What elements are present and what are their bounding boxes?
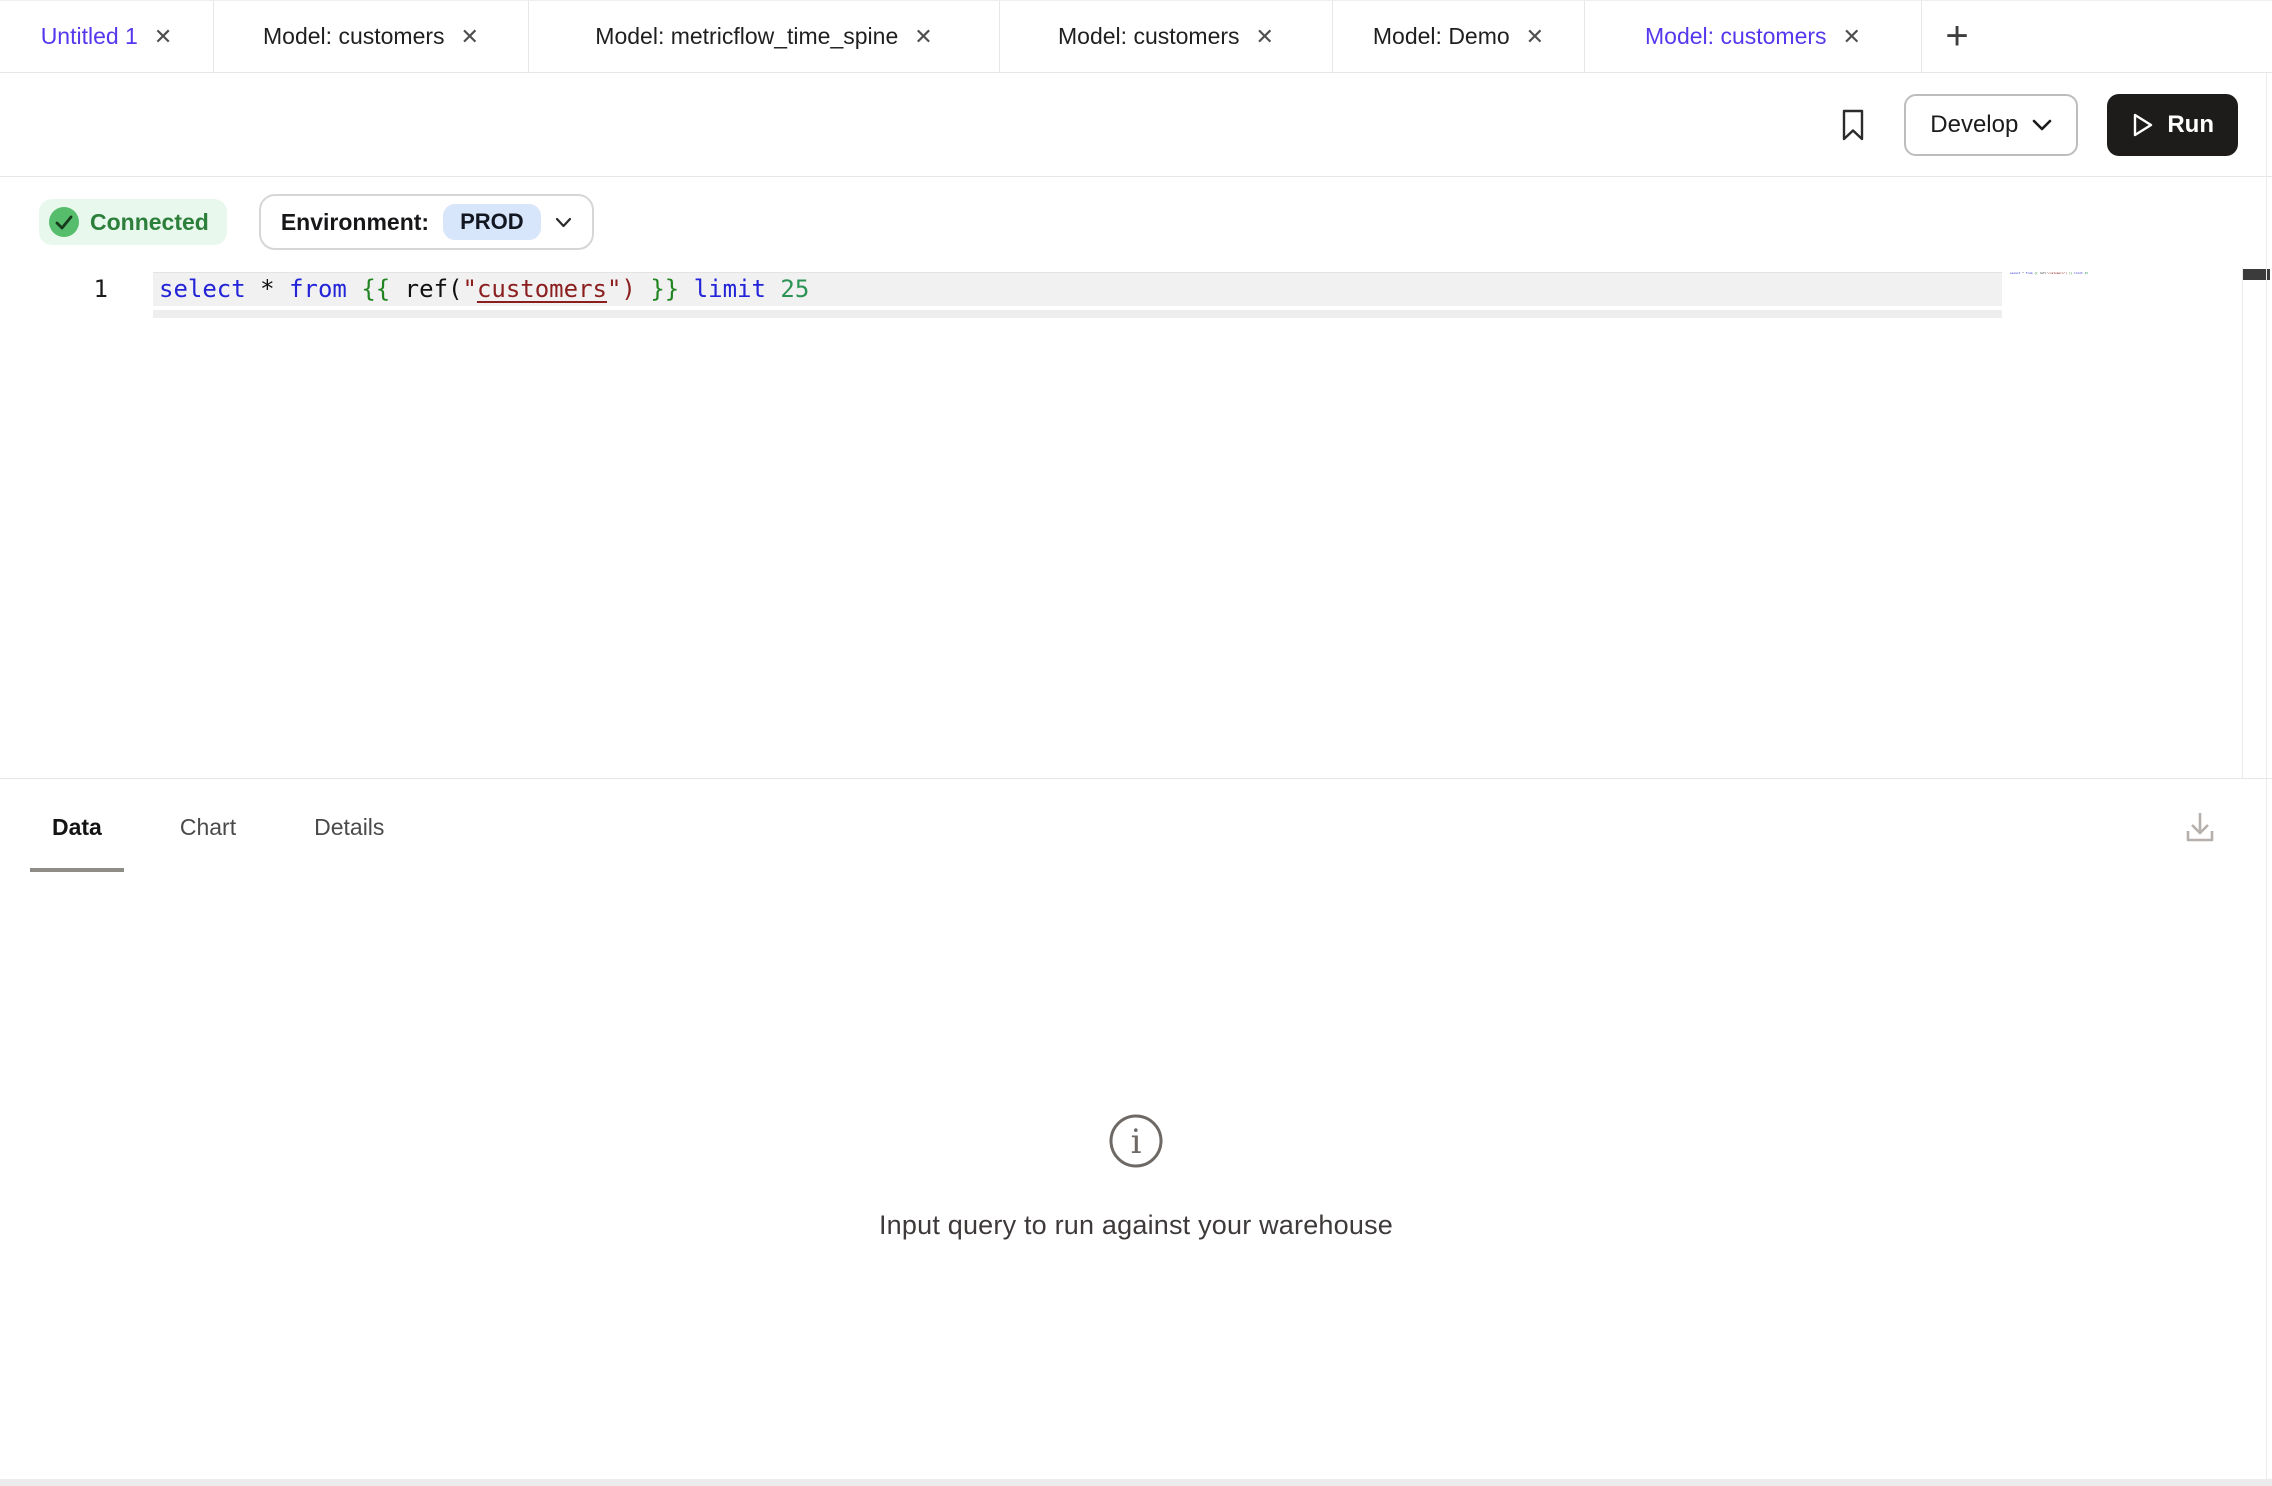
code-token: }} xyxy=(650,275,679,303)
editor-tab-model-customers-2[interactable]: Model: customers ✕ xyxy=(1000,1,1333,72)
develop-button[interactable]: Develop xyxy=(1904,94,2078,156)
chevron-down-icon xyxy=(555,217,572,228)
tab-chart-label: Chart xyxy=(180,814,236,841)
environment-value-badge: PROD xyxy=(443,204,541,240)
empty-state-message: Input query to run against your warehous… xyxy=(879,1210,1393,1241)
run-button-label: Run xyxy=(2167,111,2214,139)
close-icon[interactable]: ✕ xyxy=(1843,26,1861,48)
minimap-code-line: select * from {{ ref("customers") }} lim… xyxy=(2010,271,2250,275)
tab-label: Model: customers xyxy=(263,23,445,50)
environment-label: Environment: xyxy=(281,209,429,236)
download-icon xyxy=(2181,808,2219,846)
info-icon: i xyxy=(1107,1112,1165,1170)
tab-data-label: Data xyxy=(52,814,102,841)
tab-details-label: Details xyxy=(314,814,384,841)
environment-selector[interactable]: Environment: PROD xyxy=(259,194,594,250)
code-token: 25 xyxy=(780,275,809,303)
tab-label: Model: customers xyxy=(1058,23,1240,50)
results-panel-tabs: Data Chart Details xyxy=(0,778,2272,875)
develop-button-label: Develop xyxy=(1930,111,2018,139)
close-icon[interactable]: ✕ xyxy=(154,26,172,48)
close-icon[interactable]: ✕ xyxy=(1526,26,1544,48)
code-token: limit xyxy=(694,275,766,303)
code-token: {{ xyxy=(361,275,390,303)
sql-code-editor[interactable]: 1 select * from {{ ref("customers") }} l… xyxy=(0,267,2272,778)
run-button[interactable]: Run xyxy=(2107,94,2238,156)
toolbar: Develop Run xyxy=(0,74,2272,177)
connection-status-badge: Connected xyxy=(39,199,227,245)
tab-label: Model: metricflow_time_spine xyxy=(595,23,898,50)
editor-tab-model-demo[interactable]: Model: Demo ✕ xyxy=(1333,1,1585,72)
play-icon xyxy=(2131,112,2155,138)
chevron-down-icon xyxy=(2032,119,2052,131)
code-line: select * from {{ ref("customers") }} lim… xyxy=(159,272,809,306)
download-results-button[interactable] xyxy=(2180,807,2220,847)
window-bottom-strip xyxy=(0,1479,2272,1486)
tab-label: Model: customers xyxy=(1645,23,1827,50)
plus-icon: + xyxy=(1945,14,1968,59)
close-icon[interactable]: ✕ xyxy=(1256,26,1274,48)
editor-tab-model-customers-1[interactable]: Model: customers ✕ xyxy=(214,1,529,72)
code-token: * xyxy=(260,275,274,303)
code-token: ref xyxy=(405,275,448,303)
tab-data[interactable]: Data xyxy=(30,779,124,875)
svg-text:i: i xyxy=(1131,1122,1142,1162)
code-token-ref-target: customers xyxy=(477,275,607,303)
tab-details[interactable]: Details xyxy=(292,779,406,875)
editor-scrollbar-gutter xyxy=(2242,267,2243,778)
editor-tab-untitled-1[interactable]: Untitled 1 ✕ xyxy=(0,1,214,72)
editor-tab-bar: Untitled 1 ✕ Model: customers ✕ Model: m… xyxy=(0,0,2272,73)
status-row: Connected Environment: PROD xyxy=(0,177,2272,267)
editor-minimap[interactable]: select * from {{ ref("customers") }} lim… xyxy=(2010,271,2038,275)
line-highlight-shadow xyxy=(153,310,2002,318)
tab-label: Model: Demo xyxy=(1373,23,1510,50)
close-icon[interactable]: ✕ xyxy=(914,26,932,48)
editor-tab-model-customers-3[interactable]: Model: customers ✕ xyxy=(1585,1,1922,72)
results-empty-state: i Input query to run against your wareho… xyxy=(0,875,2272,1479)
add-tab-button[interactable]: + xyxy=(1922,1,1992,72)
code-token: select xyxy=(159,275,246,303)
tab-label: Untitled 1 xyxy=(41,23,138,50)
code-token: from xyxy=(289,275,347,303)
line-number: 1 xyxy=(80,272,108,306)
close-icon[interactable]: ✕ xyxy=(461,26,479,48)
bookmark-button[interactable] xyxy=(1839,108,1867,142)
connection-status-label: Connected xyxy=(90,209,209,236)
bookmark-icon xyxy=(1839,108,1867,142)
window-right-edge-divider xyxy=(2266,73,2267,1479)
check-icon xyxy=(49,207,79,237)
tab-chart[interactable]: Chart xyxy=(158,779,258,875)
editor-tab-model-metricflow-time-spine[interactable]: Model: metricflow_time_spine ✕ xyxy=(529,1,1000,72)
